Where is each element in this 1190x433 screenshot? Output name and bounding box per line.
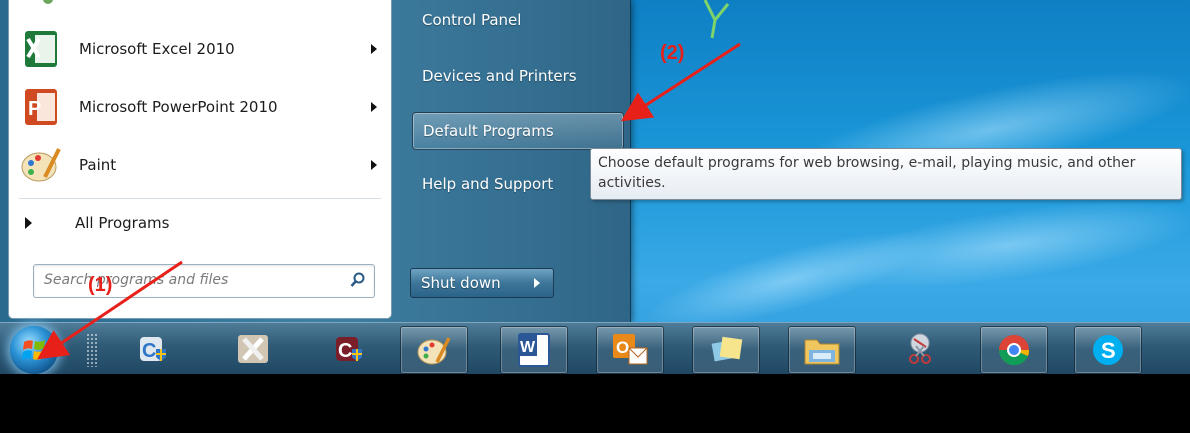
expand-arrow-icon bbox=[25, 217, 32, 229]
menu-item-devices-and-printers[interactable]: Devices and Printers bbox=[412, 58, 622, 94]
screen-bottom-bar bbox=[0, 374, 1190, 433]
tools-icon bbox=[238, 335, 268, 363]
windows-logo-icon bbox=[22, 340, 45, 360]
program-item-excel[interactable]: Microsoft Excel 2010 bbox=[9, 22, 391, 76]
start-button[interactable] bbox=[10, 326, 58, 374]
all-programs-label: All Programs bbox=[75, 214, 170, 232]
word-icon: W bbox=[518, 333, 550, 367]
taskbar-button-snipping-tool[interactable] bbox=[888, 326, 954, 372]
svg-text:C: C bbox=[142, 340, 156, 362]
default-programs-tooltip: Choose default programs for web browsing… bbox=[590, 148, 1182, 200]
shutdown-button[interactable]: Shut down bbox=[410, 268, 524, 298]
menu-item-control-panel[interactable]: Control Panel bbox=[412, 2, 622, 38]
taskbar-button-shield-app[interactable]: C bbox=[316, 326, 382, 372]
shutdown-label: Shut down bbox=[421, 274, 501, 292]
annotation-step-1: (1) bbox=[88, 274, 113, 296]
paint-icon bbox=[21, 148, 61, 182]
start-menu-programs-pane: Microsoft Excel 2010 P Microsoft PowerPo… bbox=[8, 0, 392, 319]
menu-item-default-programs[interactable]: Default Programs bbox=[412, 112, 624, 150]
chrome-icon bbox=[999, 335, 1030, 366]
svg-text:O: O bbox=[616, 338, 629, 357]
taskbar-grip bbox=[86, 333, 98, 367]
search-placeholder: Search programs and files bbox=[44, 272, 229, 288]
menu-item-label: Control Panel bbox=[422, 11, 522, 29]
submenu-arrow-icon[interactable] bbox=[371, 102, 377, 112]
search-input[interactable]: Search programs and files bbox=[33, 264, 375, 298]
tooltip-text: Choose default programs for web browsing… bbox=[598, 155, 1136, 191]
svg-text:C: C bbox=[338, 340, 352, 362]
svg-text:S: S bbox=[1101, 338, 1116, 363]
taskbar-button-chrome[interactable] bbox=[980, 326, 1048, 374]
shield-app-icon: C bbox=[336, 337, 362, 362]
taskbar-button-sticky-notes[interactable] bbox=[692, 326, 760, 374]
program-label: Microsoft Excel 2010 bbox=[79, 40, 235, 58]
file-explorer-icon bbox=[804, 339, 840, 365]
program-item-paint[interactable]: Paint bbox=[9, 138, 391, 192]
taskbar: C C W O S bbox=[0, 322, 1190, 375]
search-icon[interactable] bbox=[350, 272, 366, 288]
program-label: Microsoft PowerPoint 2010 bbox=[79, 98, 278, 116]
snipping-tool-icon bbox=[909, 333, 931, 364]
taskbar-button-tools[interactable] bbox=[220, 326, 286, 372]
annotation-step-2: (2) bbox=[660, 42, 685, 64]
partial-program-icon bbox=[43, 0, 53, 4]
menu-item-label: Default Programs bbox=[423, 122, 554, 140]
control-panel-shield-icon: C bbox=[140, 337, 166, 362]
powerpoint-icon: P bbox=[25, 89, 57, 125]
taskbar-button-word[interactable]: W bbox=[500, 326, 568, 374]
svg-text:W: W bbox=[520, 339, 536, 356]
svg-text:P: P bbox=[28, 98, 41, 120]
skype-icon: S bbox=[1093, 335, 1123, 365]
paint-icon bbox=[417, 337, 451, 365]
all-programs-button[interactable]: All Programs bbox=[9, 206, 391, 240]
taskbar-button-outlook[interactable]: O bbox=[596, 326, 664, 374]
program-item-powerpoint[interactable]: P Microsoft PowerPoint 2010 bbox=[9, 80, 391, 134]
chevron-right-icon bbox=[534, 278, 540, 288]
taskbar-button-explorer[interactable] bbox=[788, 326, 856, 374]
shutdown-group: Shut down bbox=[410, 268, 556, 298]
submenu-arrow-icon[interactable] bbox=[371, 44, 377, 54]
outlook-icon: O bbox=[613, 334, 648, 365]
sticky-notes-icon bbox=[711, 336, 743, 362]
program-label: Paint bbox=[79, 156, 117, 174]
wallpaper-leaf bbox=[703, 0, 730, 39]
taskbar-button-skype[interactable]: S bbox=[1074, 326, 1142, 374]
menu-item-label: Help and Support bbox=[422, 175, 554, 193]
shutdown-options-button[interactable] bbox=[523, 268, 554, 298]
taskbar-button-control-panel[interactable]: C bbox=[120, 326, 186, 372]
separator bbox=[19, 198, 381, 199]
taskbar-button-paint[interactable] bbox=[400, 326, 468, 374]
submenu-arrow-icon[interactable] bbox=[371, 160, 377, 170]
menu-item-label: Devices and Printers bbox=[422, 67, 577, 85]
excel-icon bbox=[25, 31, 57, 67]
